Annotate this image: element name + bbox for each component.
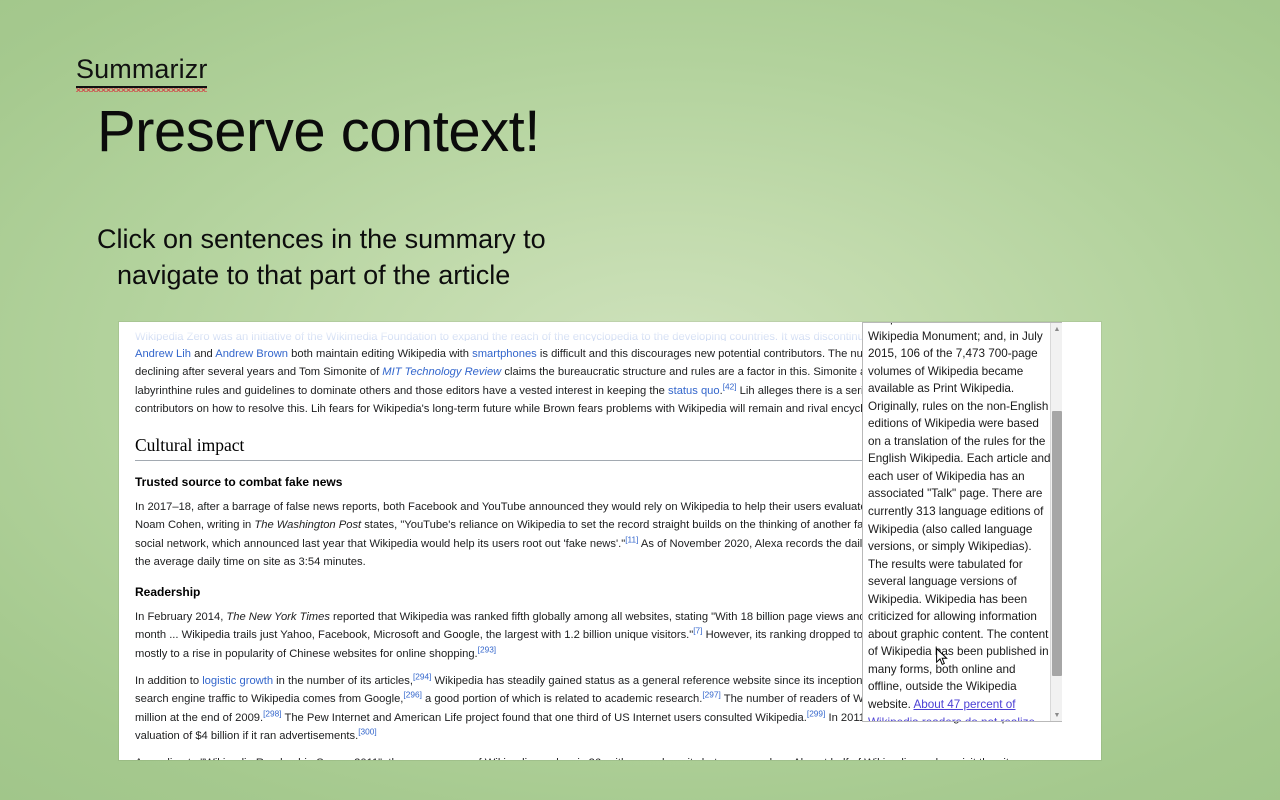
citation-ref[interactable]: [294]: [413, 671, 431, 681]
article-link[interactable]: status quo: [668, 385, 720, 397]
article-link[interactable]: Andrew Lih: [135, 348, 191, 360]
body-text: in the number of its articles,: [273, 674, 413, 687]
citation-ref[interactable]: [42]: [723, 381, 737, 391]
body-text: In addition to: [135, 674, 203, 687]
article-link[interactable]: logistic growth: [202, 675, 273, 687]
italic-text: The New York Times: [226, 610, 330, 623]
body-text: In February 2014,: [135, 610, 227, 623]
article-link[interactable]: MIT Technology Review: [382, 366, 501, 378]
body-text: a good portion of which is related to ac…: [421, 693, 703, 706]
subline-line-2: navigate to that part of the article: [117, 259, 511, 290]
citation-ref[interactable]: [299]: [807, 708, 825, 718]
citation-ref[interactable]: [293]: [478, 644, 496, 654]
article-link[interactable]: smartphones: [472, 348, 537, 360]
summary-scrollbar-thumb[interactable]: [1052, 411, 1062, 676]
summary-overlay-panel: Wikipedia was honored with the Wikipedia…: [862, 322, 1062, 722]
article-paragraph-5: According to "Wikipedia Readership Surve…: [135, 754, 1048, 760]
summary-scrollbar[interactable]: ▲ ▼: [1050, 323, 1062, 721]
body-text: The Pew Internet and American Life proje…: [281, 711, 807, 724]
scroll-down-arrow-icon[interactable]: ▼: [1051, 709, 1062, 721]
citation-ref[interactable]: [296]: [403, 690, 421, 700]
slide-subline: Click on sentences in the summary to nav…: [97, 222, 657, 293]
subline-line-1: Click on sentences in the summary to: [97, 224, 546, 254]
slide-canvas: Summarizr Preserve context! Click on sen…: [0, 0, 1280, 800]
citation-ref[interactable]: [297]: [702, 690, 720, 700]
deck-title: Summarizr: [76, 56, 208, 92]
slide-headline: Preserve context!: [97, 99, 540, 164]
italic-text: The Washington Post: [254, 519, 362, 532]
body-text: and: [190, 348, 216, 360]
scroll-up-arrow-icon[interactable]: ▲: [1051, 323, 1062, 335]
body-text: both maintain editing Wikipedia with: [288, 348, 473, 360]
summary-text[interactable]: Wikipedia was honored with the Wikipedia…: [868, 323, 1052, 721]
body-text: According to "Wikipedia Readership Surve…: [135, 757, 1044, 760]
body-text: Wikipedia was honored with the Wikipedia…: [868, 323, 1051, 712]
citation-ref[interactable]: [300]: [358, 726, 376, 736]
citation-ref[interactable]: [11]: [625, 534, 638, 544]
body-text: Wikipedia has steadily gained status as …: [431, 674, 906, 687]
article-link[interactable]: Andrew Brown: [215, 348, 288, 360]
citation-ref[interactable]: [298]: [263, 708, 281, 718]
